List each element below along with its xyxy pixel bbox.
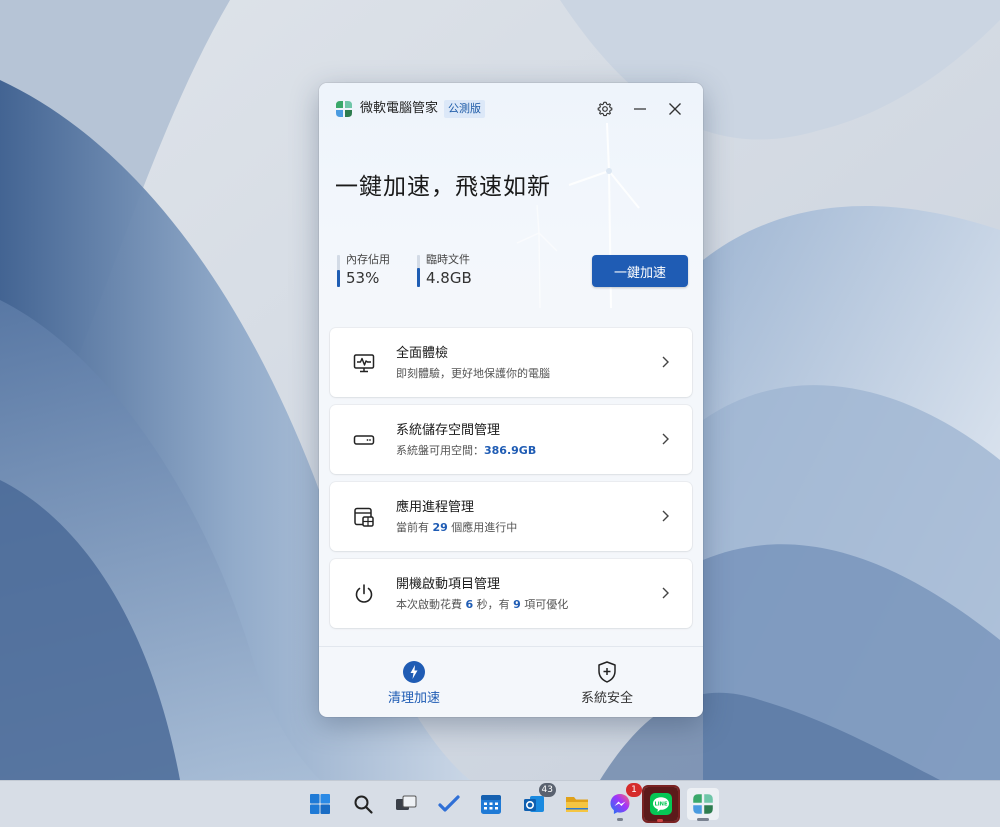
highlight-value: 6 — [465, 598, 474, 611]
chevron-right-icon — [662, 587, 669, 599]
temp-files-label: 臨時文件 — [426, 253, 470, 266]
gear-icon — [597, 101, 613, 117]
taskbar-line-button[interactable]: LINE — [642, 785, 680, 823]
subtitle-text: 即刻體驗，更好地保護你的電腦 — [396, 367, 550, 380]
bottom-nav-divider — [319, 646, 703, 647]
highlight-value: 29 — [432, 521, 448, 534]
pc-manager-logo-icon — [336, 101, 352, 117]
card-title: 開機啟動項目管理 — [396, 577, 501, 592]
outlook-unread-badge: 43 — [538, 783, 556, 797]
card-subtitle: 當前有 29 個應用進行中 — [396, 520, 517, 536]
memory-usage-bar — [337, 255, 340, 287]
taskbar-search-button[interactable] — [347, 788, 379, 820]
messenger-unread-badge: 1 — [626, 783, 642, 797]
minimize-icon — [634, 108, 646, 110]
running-indicator — [617, 818, 623, 821]
chevron-right-icon — [662, 356, 669, 368]
taskbar-task-view-button[interactable] — [390, 788, 422, 820]
nav-system-security[interactable]: 系統安全 — [547, 660, 667, 710]
task-view-icon — [396, 795, 417, 810]
subtitle-text: 項可優化 — [520, 598, 569, 611]
running-indicator — [697, 818, 709, 821]
settings-button[interactable] — [593, 97, 617, 121]
pc-manager-icon — [693, 794, 713, 814]
highlight-value: 9 — [513, 598, 521, 611]
memory-usage-fill — [337, 270, 340, 287]
taskbar-messenger-button[interactable]: 1 — [604, 783, 642, 821]
card-title: 系統儲存空間管理 — [396, 423, 501, 438]
subtitle-text: 個應用進行中 — [447, 521, 518, 534]
temp-files-fill — [417, 267, 420, 287]
highlight-value: 386.9GB — [484, 444, 537, 457]
memory-usage-label: 內存佔用 — [346, 253, 390, 266]
temp-files-value: 4.8GB — [426, 269, 472, 287]
card-subtitle: 本次啟動花費 6 秒，有 9 項可優化 — [396, 597, 568, 613]
chevron-right-icon — [662, 510, 669, 522]
headline: 一鍵加速，飛速如新 — [335, 174, 551, 200]
nav-clean-boost[interactable]: 清理加速 — [354, 660, 474, 710]
title-bar: 微軟電腦管家 公測版 — [319, 83, 703, 135]
taskbar-calendar-button[interactable] — [475, 788, 507, 820]
temp-files-stat: 臨時文件 4.8GB — [417, 253, 472, 289]
chevron-right-icon — [662, 433, 669, 445]
lightning-icon — [403, 661, 425, 683]
card-process-management[interactable]: 應用進程管理 當前有 29 個應用進行中 — [330, 482, 692, 551]
calendar-icon — [481, 795, 501, 814]
memory-usage-value: 53% — [346, 269, 380, 287]
search-icon — [354, 795, 373, 814]
subtitle-text: 當前有 — [396, 521, 433, 534]
start-icon — [310, 794, 330, 814]
taskbar-file-explorer-button[interactable] — [561, 788, 593, 820]
close-icon — [669, 103, 681, 115]
temp-files-bar — [417, 255, 420, 287]
taskbar-start-button[interactable] — [304, 788, 336, 820]
card-subtitle: 系統盤可用空間：386.9GB — [396, 443, 536, 459]
pc-manager-window: 微軟電腦管家 公測版 一鍵加速，飛速如新 內存佔用 53% 臨時文件 4.8GB… — [319, 83, 703, 717]
subtitle-text: 秒，有 — [473, 598, 514, 611]
card-subtitle: 即刻體驗，更好地保護你的電腦 — [396, 366, 550, 382]
line-app-icon: LINE — [650, 793, 672, 815]
subtitle-text: 本次啟動花費 — [396, 598, 466, 611]
power-icon — [355, 584, 373, 603]
shield-plus-icon — [598, 661, 616, 683]
running-indicator — [657, 819, 663, 822]
card-title: 應用進程管理 — [396, 500, 475, 515]
one-click-boost-button[interactable]: 一鍵加速 — [592, 255, 688, 287]
taskbar-todo-button[interactable] — [433, 788, 465, 820]
process-window-icon — [354, 507, 374, 527]
subtitle-text: 系統盤可用空間： — [396, 444, 484, 457]
taskbar-outlook-button[interactable]: 43 — [518, 783, 556, 820]
memory-usage-stat: 內存佔用 53% — [337, 253, 390, 289]
todo-icon — [438, 795, 460, 812]
card-startup-management[interactable]: 開機啟動項目管理 本次啟動花費 6 秒，有 9 項可優化 — [330, 559, 692, 628]
svg-text:LINE: LINE — [654, 802, 668, 808]
taskbar: 43 1 LINE — [0, 780, 1000, 827]
beta-badge: 公測版 — [444, 100, 485, 118]
minimize-button[interactable] — [628, 97, 652, 121]
storage-drive-icon — [353, 435, 375, 445]
file-explorer-icon — [566, 797, 588, 812]
card-health-check[interactable]: 全面體檢 即刻體驗，更好地保護你的電腦 — [330, 328, 692, 397]
nav-clean-label: 清理加速 — [387, 691, 440, 706]
close-button[interactable] — [663, 97, 687, 121]
health-check-icon — [353, 354, 375, 373]
app-name: 微軟電腦管家 — [360, 101, 439, 116]
card-title: 全面體檢 — [396, 346, 449, 361]
taskbar-pc-manager-button[interactable] — [687, 788, 719, 821]
nav-security-label: 系統安全 — [580, 691, 633, 706]
card-storage-management[interactable]: 系統儲存空間管理 系統盤可用空間：386.9GB — [330, 405, 692, 474]
